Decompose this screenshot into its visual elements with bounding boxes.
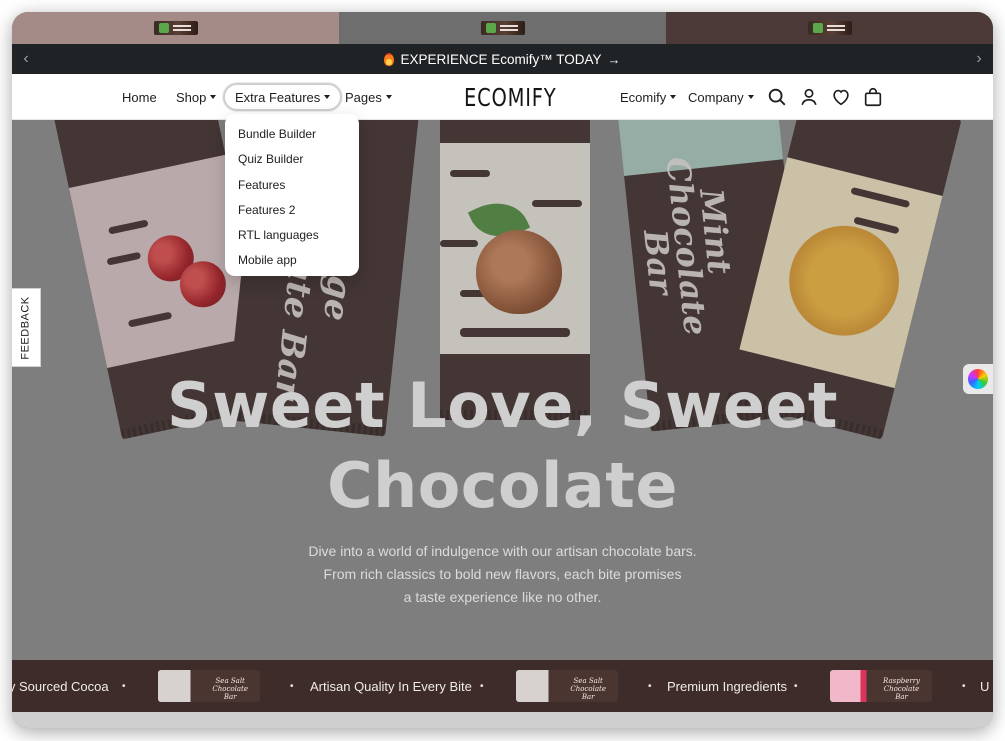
arrow-right-icon: →: [607, 51, 621, 67]
hero-title-line2: Chocolate: [327, 449, 678, 522]
fire-icon: [384, 52, 395, 66]
nav-pages-label: Pages: [345, 89, 382, 105]
feedback-label: FEEDBACK: [20, 295, 33, 360]
dropdown-item-features-2[interactable]: Features 2: [225, 198, 359, 223]
cart-bag-icon[interactable]: [862, 86, 884, 108]
nav-pages[interactable]: Pages: [345, 74, 392, 120]
feedback-tab[interactable]: FEEDBACK: [12, 288, 41, 367]
promo-cell-1[interactable]: [12, 12, 339, 44]
hero-title: Sweet Love, Sweet Chocolate: [12, 366, 993, 526]
site-logo[interactable]: ECOMIFY: [464, 74, 556, 120]
marquee-product-image: Sea Salt Chocolate Bar: [516, 670, 618, 702]
marquee-product-image: Sea Salt Chocolate Bar: [158, 670, 260, 702]
hero-sub-line2: From rich classics to bold new flavors, …: [323, 566, 682, 582]
announcement-bar: ‹ EXPERIENCE Ecomify™ TODAY → ›: [12, 44, 993, 74]
hero-sub-line3: a taste experience like no other.: [403, 589, 602, 605]
color-wheel-icon: [968, 369, 988, 389]
marquee-item: ly Sourced Cocoa: [12, 678, 109, 694]
wishlist-heart-icon[interactable]: [830, 86, 852, 108]
marquee-item: Premium Ingredients: [667, 678, 787, 694]
nav-ecomify-label: Ecomify: [620, 89, 667, 105]
marquee-separator: •: [962, 680, 966, 692]
marquee-separator: •: [648, 680, 652, 692]
chevron-down-icon: [324, 95, 331, 99]
nav-company[interactable]: Company: [688, 74, 754, 120]
nav-home-label: Home: [122, 89, 157, 105]
extra-features-dropdown: Bundle Builder Quiz Builder Features Fea…: [225, 114, 359, 276]
promo-cell-3[interactable]: [666, 12, 993, 44]
promo-thumbnail: [153, 21, 198, 35]
announcement-text[interactable]: EXPERIENCE Ecomify™ TODAY: [400, 52, 601, 67]
marquee-separator: •: [290, 680, 294, 692]
marquee-separator: •: [794, 680, 798, 692]
nav-extra-features[interactable]: Extra Features: [223, 83, 343, 111]
search-icon[interactable]: [766, 86, 788, 108]
nav-company-label: Company: [688, 89, 744, 105]
marquee-product-image: Raspberry Chocolate Bar: [830, 670, 932, 702]
chevron-down-icon: [747, 95, 754, 99]
dropdown-item-bundle-builder[interactable]: Bundle Builder: [225, 122, 359, 147]
nav-home[interactable]: Home: [122, 74, 157, 120]
hero-sub-line1: Dive into a world of indulgence with our…: [308, 543, 697, 559]
dropdown-item-mobile-app[interactable]: Mobile app: [225, 248, 359, 273]
chevron-down-icon: [670, 95, 677, 99]
color-picker-tab[interactable]: [963, 364, 993, 394]
nav-shop[interactable]: Shop: [176, 74, 217, 120]
marquee-separator: •: [480, 680, 484, 692]
chevron-down-icon: [385, 95, 392, 99]
promo-strip: [12, 12, 993, 44]
chevron-left-icon[interactable]: ‹: [14, 44, 38, 74]
bottom-strip: [12, 712, 993, 728]
nav-shop-label: Shop: [176, 89, 207, 105]
nav-ecomify[interactable]: Ecomify: [620, 74, 677, 120]
dropdown-item-quiz-builder[interactable]: Quiz Builder: [225, 147, 359, 172]
nav-extra-features-label: Extra Features: [235, 89, 321, 105]
marquee-ticker: ly Sourced Cocoa • Sea Salt Chocolate Bar …: [12, 660, 993, 712]
dropdown-item-rtl-languages[interactable]: RTL languages: [225, 223, 359, 248]
hero-section: nge late Bar Mint Chocolate Bar Sweet Lo…: [12, 120, 993, 660]
promo-thumbnail: [807, 21, 852, 35]
hero-title-line1: Sweet Love, Sweet: [166, 369, 839, 442]
dropdown-item-features[interactable]: Features: [225, 173, 359, 198]
chevron-down-icon: [210, 95, 217, 99]
promo-cell-2[interactable]: [339, 12, 666, 44]
marquee-separator: •: [122, 680, 126, 692]
account-icon[interactable]: [798, 86, 820, 108]
marquee-item: U: [980, 678, 990, 694]
promo-thumbnail: [480, 21, 525, 35]
site-header: Home Shop Extra Features Pages ECOMIFY E…: [12, 74, 993, 120]
browser-frame: ‹ EXPERIENCE Ecomify™ TODAY → › Home Sho…: [12, 12, 993, 728]
chevron-right-icon[interactable]: ›: [967, 44, 991, 74]
hero-subtitle: Dive into a world of indulgence with our…: [12, 540, 993, 609]
marquee-item: Artisan Quality In Every Bite: [310, 678, 472, 694]
